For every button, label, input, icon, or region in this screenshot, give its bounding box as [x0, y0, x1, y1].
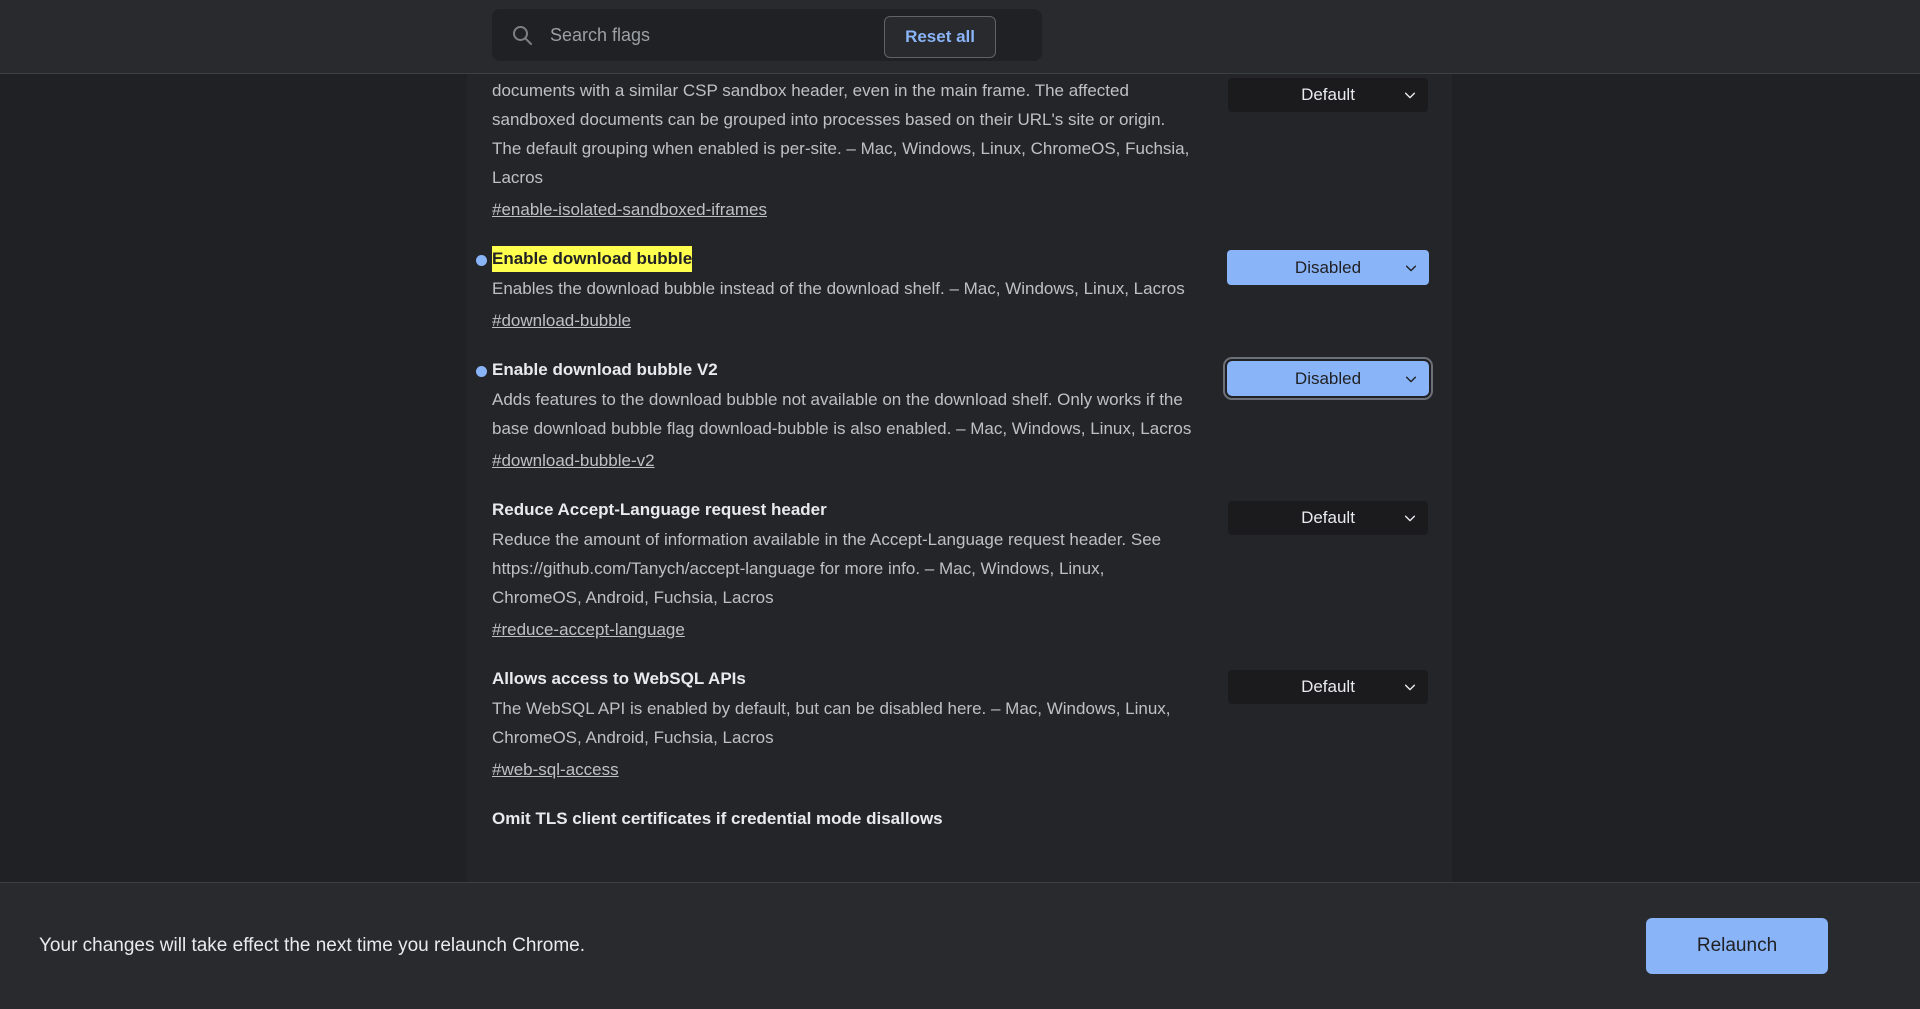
flag-row: Enable download bubble Enables the downlo…: [467, 224, 1452, 335]
flag-title: Reduce Accept-Language request header: [492, 500, 827, 519]
flag-control: [1204, 806, 1452, 832]
chevron-down-icon: [1404, 92, 1416, 99]
flag-description: Reduce the amount of information availab…: [492, 530, 1162, 607]
flag-control: Default: [1204, 74, 1452, 224]
flags-panel: documents with a similar CSP sandbox hea…: [467, 74, 1452, 882]
flag-title-wrap: Reduce Accept-Language request header: [492, 497, 1194, 523]
flags-scroll-area[interactable]: documents with a similar CSP sandbox hea…: [0, 74, 1920, 882]
flag-title: Enable download bubble V2: [492, 360, 718, 379]
flag-row: Allows access to WebSQL APIs The WebSQL A…: [467, 644, 1452, 784]
relaunch-button[interactable]: Relaunch: [1646, 918, 1828, 974]
flag-state-value: Disabled: [1294, 257, 1362, 277]
flags-toolbar: Reset all: [0, 0, 1920, 74]
flag-permalink[interactable]: #web-sql-access: [492, 756, 619, 784]
flag-control: Disabled: [1204, 357, 1452, 475]
search-icon: [513, 26, 532, 45]
flag-state-select[interactable]: Default: [1228, 501, 1428, 535]
flag-title: Enable download bubble: [492, 246, 693, 272]
flag-title-wrap: Enable download bubble V2: [476, 357, 1194, 383]
relaunch-message: Your changes will take effect the next t…: [39, 935, 586, 956]
flag-info: documents with a similar CSP sandbox hea…: [492, 74, 1204, 224]
flag-state-select[interactable]: Disabled: [1225, 359, 1431, 398]
chevron-down-icon: [1405, 376, 1417, 382]
modified-indicator-dot: [476, 366, 487, 377]
flag-description: Enables the download bubble instead of t…: [492, 279, 1185, 298]
flag-title: Omit TLS client certificates if credenti…: [492, 809, 943, 828]
flag-info: Enable download bubble V2 Adds features t…: [476, 357, 1204, 475]
flag-control: Disabled: [1204, 246, 1452, 335]
flag-title: Allows access to WebSQL APIs: [492, 669, 746, 688]
flag-info: Allows access to WebSQL APIs The WebSQL A…: [492, 666, 1204, 784]
flag-description: The WebSQL API is enabled by default, bu…: [492, 699, 1171, 747]
flag-info: Enable download bubble Enables the downlo…: [476, 246, 1204, 335]
flag-state-value: Default: [1301, 85, 1355, 104]
chevron-down-icon: [1404, 684, 1416, 691]
flag-permalink[interactable]: #enable-isolated-sandboxed-iframes: [492, 196, 767, 224]
flag-state-value: Disabled: [1294, 368, 1362, 388]
flag-state-select[interactable]: Default: [1228, 78, 1428, 112]
flag-permalink[interactable]: #download-bubble: [492, 307, 631, 335]
modified-indicator-dot: [476, 255, 487, 266]
relaunch-bar: Your changes will take effect the next t…: [0, 882, 1920, 1009]
flag-title-wrap: Enable download bubble: [476, 246, 1194, 272]
flag-permalink[interactable]: #reduce-accept-language: [492, 616, 685, 644]
flag-title-wrap: Omit TLS client certificates if credenti…: [492, 806, 1194, 832]
flag-state-select[interactable]: Default: [1228, 670, 1428, 704]
flag-row: Reduce Accept-Language request header Red…: [467, 475, 1452, 644]
chevron-down-icon: [1405, 265, 1417, 271]
flag-title-wrap: Allows access to WebSQL APIs: [492, 666, 1194, 692]
flag-info: Omit TLS client certificates if credenti…: [492, 806, 1204, 832]
flag-row: Omit TLS client certificates if credenti…: [467, 784, 1452, 856]
reset-all-button[interactable]: Reset all: [884, 16, 996, 58]
flag-description: documents with a similar CSP sandbox hea…: [492, 81, 1190, 187]
flag-description: Adds features to the download bubble not…: [492, 390, 1192, 438]
flag-info: Reduce Accept-Language request header Red…: [492, 497, 1204, 644]
flag-state-value: Default: [1301, 677, 1355, 696]
flag-control: Default: [1204, 666, 1452, 784]
flag-row: Enable download bubble V2 Adds features t…: [467, 335, 1452, 475]
flag-permalink[interactable]: #download-bubble-v2: [492, 447, 655, 475]
flag-row: documents with a similar CSP sandbox hea…: [467, 74, 1452, 224]
chevron-down-icon: [1404, 515, 1416, 522]
flag-control: Default: [1204, 497, 1452, 644]
flag-state-select[interactable]: Disabled: [1227, 250, 1429, 285]
flag-state-value: Default: [1301, 508, 1355, 527]
